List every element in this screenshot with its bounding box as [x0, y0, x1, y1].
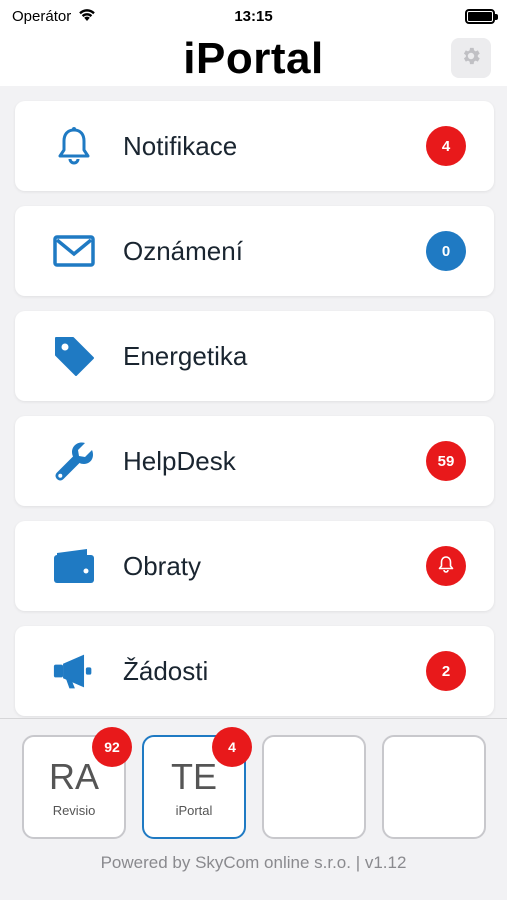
gear-icon: [460, 45, 482, 72]
status-bar: Operátor 13:15: [0, 0, 507, 32]
status-time: 13:15: [234, 7, 273, 25]
notification-badge: [426, 546, 466, 586]
menu-list: Notifikace 4 Oznámení 0 Energetika HelpD…: [0, 86, 507, 718]
megaphone-icon: [53, 650, 95, 692]
app-tile-abbr: RA: [48, 755, 99, 797]
menu-item-label: Žádosti: [123, 655, 209, 686]
menu-item-obraty[interactable]: Obraty: [15, 521, 494, 611]
app-tile-empty[interactable]: [262, 735, 366, 839]
app-switcher: RA Revisio 92 TE iPortal 4 Powered by Sk…: [0, 718, 507, 900]
menu-item-label: Notifikace: [123, 130, 238, 161]
menu-item-label: Energetika: [123, 340, 248, 371]
menu-item-energetika[interactable]: Energetika: [15, 311, 494, 401]
app-tile-iportal[interactable]: TE iPortal 4: [142, 727, 252, 839]
carrier-label: Operátor: [12, 7, 72, 25]
battery-icon: [465, 8, 498, 24]
menu-item-oznameni[interactable]: Oznámení 0: [15, 206, 494, 296]
envelope-icon: [53, 230, 95, 272]
bell-icon: [437, 555, 455, 577]
footer-text: Powered by SkyCom online s.r.o. | v1.12: [100, 853, 407, 872]
menu-item-notifikace[interactable]: Notifikace 4: [15, 101, 494, 191]
app-tile-badge: 4: [212, 727, 252, 767]
app-tile-empty[interactable]: [382, 735, 486, 839]
status-left: Operátor: [12, 7, 97, 26]
bell-icon: [53, 125, 95, 167]
header: iPortal: [0, 32, 507, 86]
tag-icon: [53, 335, 95, 377]
menu-item-helpdesk[interactable]: HelpDesk 59: [15, 416, 494, 506]
app-tile-name: Revisio: [52, 802, 96, 818]
menu-item-label: Obraty: [123, 550, 202, 581]
wrench-icon: [53, 440, 95, 482]
page-title: iPortal: [183, 34, 324, 83]
app-tile-name: iPortal: [175, 802, 213, 818]
app-tile-badge: 92: [92, 727, 132, 767]
menu-item-label: HelpDesk: [123, 445, 236, 476]
app-tile-revisio[interactable]: RA Revisio 92: [22, 727, 132, 839]
wifi-icon: [77, 7, 97, 26]
notification-badge: 59: [426, 441, 466, 481]
app-tile-abbr: TE: [170, 755, 217, 797]
menu-item-label: Oznámení: [123, 235, 243, 266]
wallet-icon: [53, 545, 95, 587]
notification-badge: 4: [426, 126, 466, 166]
menu-item-zadosti[interactable]: Žádosti 2: [15, 626, 494, 716]
settings-button[interactable]: [451, 38, 491, 78]
notification-badge: 2: [426, 651, 466, 691]
notification-badge: 0: [426, 231, 466, 271]
